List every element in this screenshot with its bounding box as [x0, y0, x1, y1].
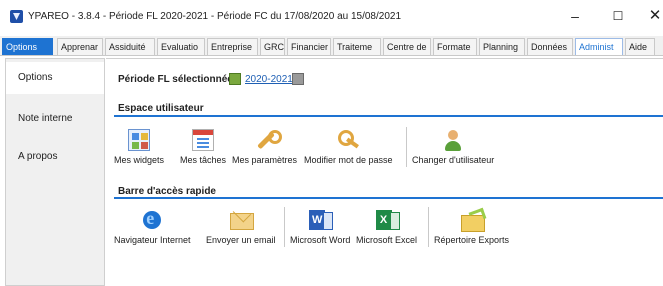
tab-apprenants[interactable]: Apprenar — [57, 38, 103, 55]
tab-options[interactable]: Options — [2, 38, 53, 55]
internet-browser-button[interactable]: Navigateur Internet — [114, 208, 191, 245]
keys-icon — [337, 129, 359, 151]
minimize-button[interactable]: – — [560, 5, 590, 27]
period-link[interactable]: 2020-2021 — [245, 74, 293, 85]
microsoft-word-button[interactable]: Microsoft Word — [290, 209, 350, 245]
internet-explorer-icon — [141, 208, 163, 231]
tool-label: Envoyer un email — [206, 235, 276, 245]
tab-evaluation[interactable]: Evaluatio — [157, 38, 205, 55]
widgets-icon — [128, 129, 151, 151]
section-divider — [114, 197, 663, 199]
toolbar-separator — [284, 207, 285, 247]
tab-donnees[interactable]: Données — [527, 38, 573, 55]
excel-icon — [375, 209, 400, 231]
tool-label: Modifier mot de passe — [304, 155, 393, 165]
maximize-button[interactable]: ☐ — [603, 5, 633, 27]
tool-label: Navigateur Internet — [114, 235, 191, 245]
send-email-button[interactable]: Envoyer un email — [206, 209, 276, 245]
word-icon — [309, 209, 334, 231]
tool-label: Répertoire Exports — [434, 235, 510, 245]
tab-aide[interactable]: Aide — [625, 38, 655, 55]
menu-tab-bar: Options Apprenar Assiduité Evaluatio Ent… — [0, 36, 663, 56]
tab-financier[interactable]: Financier — [287, 38, 331, 55]
section-divider — [114, 115, 663, 117]
tasks-icon — [192, 129, 215, 151]
tab-entreprise[interactable]: Entreprise — [207, 38, 258, 55]
period-label: Période FL sélectionnée : — [118, 74, 239, 85]
app-logo-icon — [10, 10, 23, 23]
tool-label: Microsoft Excel — [356, 235, 418, 245]
left-nav-a-propos[interactable]: A propos — [6, 141, 104, 173]
my-widgets-button[interactable]: Mes widgets — [114, 129, 164, 165]
switch-user-button[interactable]: Changer d'utilisateur — [412, 129, 494, 165]
tool-label: Mes tâches — [180, 155, 227, 165]
tool-label: Mes paramètres — [232, 155, 298, 165]
tool-label: Microsoft Word — [290, 235, 351, 245]
tab-planning[interactable]: Planning — [479, 38, 525, 55]
section-title-quick-access: Barre d'accès rapide — [118, 186, 216, 197]
tab-grc[interactable]: GRC — [260, 38, 285, 55]
export-folder-icon — [460, 209, 485, 232]
microsoft-excel-button[interactable]: Microsoft Excel — [356, 209, 417, 245]
window-title: YPAREO - 3.8.4 - Période FL 2020-2021 - … — [28, 11, 402, 22]
export-directory-button[interactable]: Répertoire Exports — [434, 209, 509, 245]
toolbar-separator — [428, 207, 429, 247]
section-title-user-space: Espace utilisateur — [118, 103, 204, 114]
user-icon — [442, 129, 464, 151]
left-nav-note-interne[interactable]: Note interne — [6, 103, 104, 135]
tab-administration[interactable]: Administ — [575, 38, 623, 55]
tab-traitements[interactable]: Traiteme — [333, 38, 381, 55]
tab-assiduite[interactable]: Assiduité — [105, 38, 155, 55]
title-bar: YPAREO - 3.8.4 - Période FL 2020-2021 - … — [0, 0, 663, 32]
tab-centre-de[interactable]: Centre de — [383, 38, 431, 55]
left-nav-panel: Options Note interne A propos — [5, 58, 105, 286]
change-password-button[interactable]: Modifier mot de passe — [304, 129, 393, 165]
toolbar-separator — [406, 127, 407, 167]
tab-formateurs[interactable]: Formate — [433, 38, 477, 55]
tool-label: Changer d'utilisateur — [412, 155, 495, 165]
main-content: Période FL sélectionnée : 2020-2021 Espa… — [106, 58, 663, 286]
print-icon[interactable] — [292, 73, 304, 85]
calendar-icon[interactable] — [229, 73, 241, 85]
my-tasks-button[interactable]: Mes tâches — [180, 129, 226, 165]
wrench-icon — [254, 129, 282, 151]
my-settings-button[interactable]: Mes paramètres — [232, 129, 297, 165]
close-button[interactable]: ✕ — [640, 5, 663, 27]
left-nav-options[interactable]: Options — [6, 62, 104, 94]
tool-label: Mes widgets — [114, 155, 165, 165]
envelope-icon — [229, 209, 254, 231]
